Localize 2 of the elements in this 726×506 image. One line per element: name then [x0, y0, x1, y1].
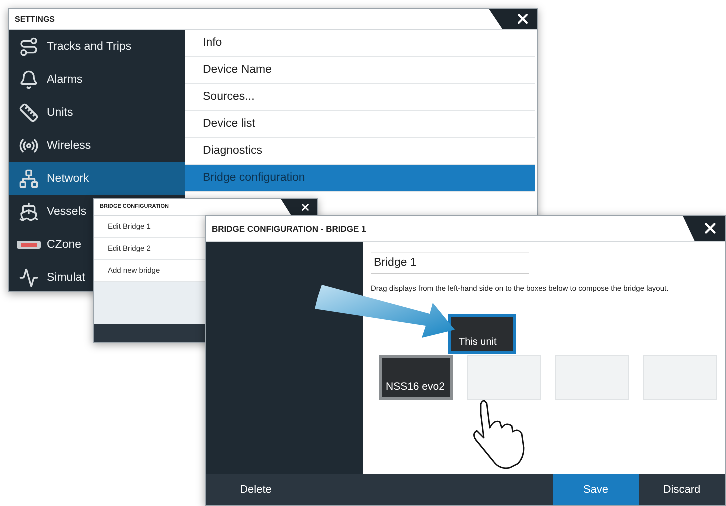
dialog-title: BRIDGE CONFIGURATION - BRIDGE 1 — [211, 224, 366, 234]
window-title: SETTINGS — [14, 14, 56, 24]
